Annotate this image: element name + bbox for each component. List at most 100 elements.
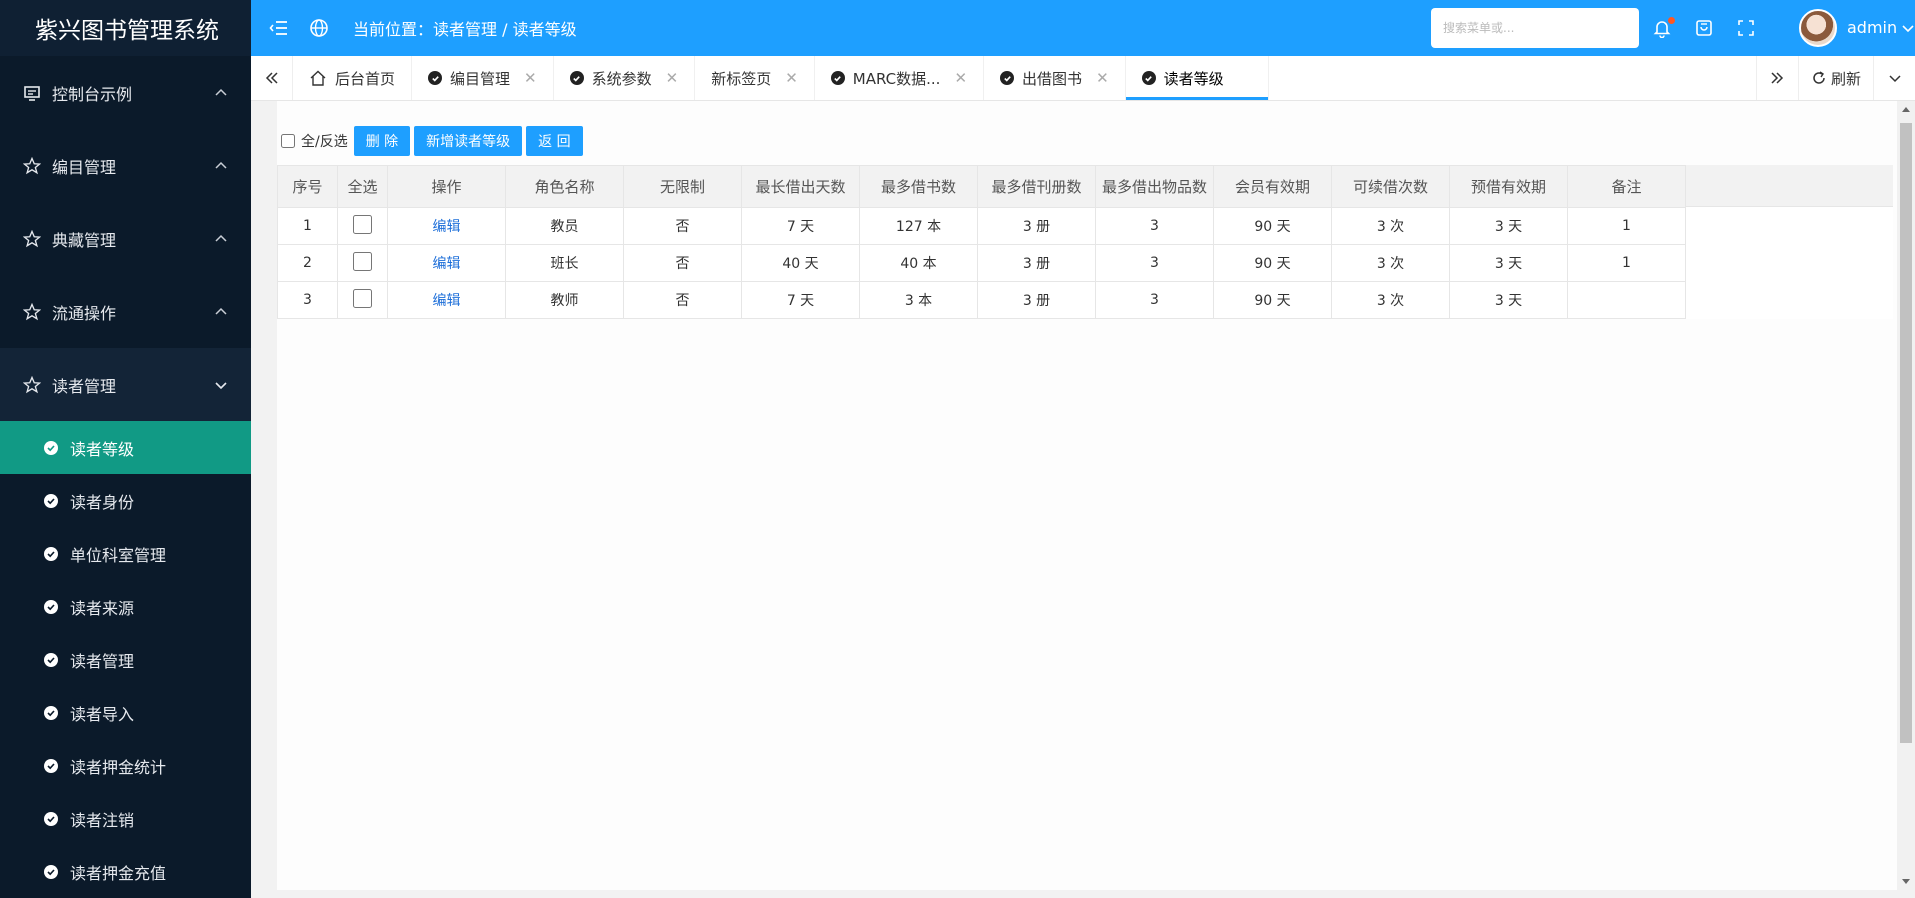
check-circle-icon bbox=[569, 71, 584, 85]
toolbar: 全/反选 删 除 新增读者等级 返 回 bbox=[281, 126, 583, 156]
tab-new-tab[interactable]: 新标签页 ✕ bbox=[695, 56, 815, 100]
cell-reserve: 3 天 bbox=[1449, 244, 1568, 282]
tab-reader-level[interactable]: 读者等级 bbox=[1125, 56, 1269, 100]
lock-screen-icon[interactable] bbox=[1693, 17, 1715, 39]
scroll-down-arrow-icon[interactable] bbox=[1902, 879, 1910, 884]
sidebar-item-deposit-stats[interactable]: 读者押金统计 bbox=[0, 739, 251, 792]
cell-select bbox=[337, 207, 388, 245]
data-table: 序号 全选 操作 角色名称 无限制 最长借出天数 最多借书数 最多借刊册数 最多… bbox=[277, 165, 1686, 319]
sidebar-item-reader-cancel[interactable]: 读者注销 bbox=[0, 792, 251, 845]
cell-no: 3 bbox=[277, 281, 338, 319]
cell-max-items: 3 bbox=[1095, 207, 1214, 245]
tab-lend-books[interactable]: 出借图书 ✕ bbox=[984, 56, 1126, 100]
cell-unlimited: 否 bbox=[623, 281, 742, 319]
star-icon bbox=[22, 229, 42, 249]
monitor-icon bbox=[22, 83, 42, 103]
tab-catalog[interactable]: 编目管理 ✕ bbox=[412, 56, 554, 100]
cell-reserve: 3 天 bbox=[1449, 281, 1568, 319]
cell-max-items: 3 bbox=[1095, 244, 1214, 282]
cell-note: 1 bbox=[1567, 244, 1686, 282]
scrollbar-thumb[interactable] bbox=[1900, 123, 1912, 743]
tabs-more-button[interactable] bbox=[1873, 56, 1915, 100]
table-row: 2 编辑 班长 否 40 天 40 本 3 册 3 90 天 3 次 3 天 1 bbox=[277, 244, 1686, 282]
tab-marc-data[interactable]: MARC数据... ✕ bbox=[815, 56, 985, 100]
chevron-down-icon bbox=[213, 377, 229, 393]
cell-max-books: 40 本 bbox=[859, 244, 978, 282]
back-button[interactable]: 返 回 bbox=[526, 126, 583, 156]
sidebar-item-label: 读者注销 bbox=[70, 810, 135, 830]
home-icon bbox=[310, 70, 326, 86]
sidebar-item-reader-import[interactable]: 读者导入 bbox=[0, 686, 251, 739]
double-chevron-left-icon bbox=[265, 72, 278, 84]
sidebar-group-label: 流通操作 bbox=[52, 303, 117, 323]
sidebar-group-console[interactable]: 控制台示例 bbox=[0, 56, 251, 129]
close-icon[interactable]: ✕ bbox=[666, 69, 679, 87]
tab-home[interactable]: 后台首页 bbox=[293, 56, 413, 100]
refresh-label: 刷新 bbox=[1830, 69, 1861, 88]
row-checkbox[interactable] bbox=[353, 288, 372, 308]
delete-button[interactable]: 删 除 bbox=[353, 126, 411, 156]
check-circle-icon bbox=[44, 652, 58, 667]
close-icon[interactable]: ✕ bbox=[785, 69, 798, 87]
edit-link[interactable]: 编辑 bbox=[433, 256, 461, 272]
sidebar-item-reader-level[interactable]: 读者等级 bbox=[0, 421, 251, 474]
column-header: 序号 bbox=[277, 165, 338, 208]
tabs-scroll-left-button[interactable] bbox=[251, 56, 293, 100]
refresh-button[interactable]: 刷新 bbox=[1797, 56, 1873, 100]
menu-collapse-icon[interactable] bbox=[267, 16, 291, 40]
row-checkbox[interactable] bbox=[353, 214, 372, 234]
select-all-checkbox[interactable] bbox=[281, 134, 295, 148]
star-icon bbox=[22, 156, 42, 176]
bell-icon[interactable] bbox=[1651, 17, 1675, 39]
refresh-icon bbox=[1813, 71, 1825, 84]
user-menu[interactable]: admin bbox=[1847, 18, 1915, 37]
sidebar-item-reader-source[interactable]: 读者来源 bbox=[0, 580, 251, 633]
menu-search-input[interactable] bbox=[1431, 8, 1639, 48]
cell-validity: 90 天 bbox=[1213, 244, 1332, 282]
sidebar-item-reader-identity[interactable]: 读者身份 bbox=[0, 474, 251, 527]
tab-bar: 后台首页 编目管理 ✕ 系统参数 ✕ 新标签页 ✕ MARC数据... ✕ 出借… bbox=[251, 56, 1915, 101]
sidebar-item-deposit-recharge[interactable]: 读者押金充值 bbox=[0, 845, 251, 898]
sidebar-group-circulation[interactable]: 流通操作 bbox=[0, 275, 251, 348]
column-header: 最多借书数 bbox=[859, 165, 978, 208]
tab-system-params[interactable]: 系统参数 ✕ bbox=[554, 56, 696, 100]
add-reader-level-button[interactable]: 新增读者等级 bbox=[414, 126, 523, 156]
sidebar-group-label: 读者管理 bbox=[52, 376, 117, 396]
fullscreen-icon[interactable] bbox=[1735, 17, 1757, 39]
sidebar-item-department[interactable]: 单位科室管理 bbox=[0, 527, 251, 580]
check-circle-icon bbox=[428, 71, 443, 85]
sidebar-group-catalog[interactable]: 编目管理 bbox=[0, 129, 251, 202]
edit-link[interactable]: 编辑 bbox=[433, 219, 461, 235]
cell-max-books: 3 本 bbox=[859, 281, 978, 319]
close-icon[interactable]: ✕ bbox=[1096, 69, 1109, 87]
sidebar-group-readers[interactable]: 读者管理 bbox=[0, 348, 251, 421]
sidebar-item-reader-management[interactable]: 读者管理 bbox=[0, 633, 251, 686]
edit-link[interactable]: 编辑 bbox=[433, 293, 461, 309]
sidebar-group-collection[interactable]: 典藏管理 bbox=[0, 202, 251, 275]
vertical-scrollbar[interactable] bbox=[1897, 101, 1915, 890]
cell-max-days: 7 天 bbox=[741, 207, 860, 245]
scroll-up-arrow-icon[interactable] bbox=[1902, 107, 1910, 112]
tabs-scroll-right-button[interactable] bbox=[1755, 56, 1798, 100]
check-circle-icon bbox=[830, 71, 845, 85]
column-header: 备注 bbox=[1567, 165, 1686, 208]
sidebar-group-label: 编目管理 bbox=[52, 157, 117, 177]
avatar[interactable] bbox=[1799, 9, 1837, 47]
column-header: 全选 bbox=[337, 165, 388, 208]
sidebar-menu: 控制台示例 编目管理 典藏管理 流通操作 读者管理 bbox=[0, 56, 251, 421]
row-checkbox[interactable] bbox=[353, 251, 372, 271]
cell-select bbox=[337, 244, 388, 282]
tabs: 后台首页 编目管理 ✕ 系统参数 ✕ 新标签页 ✕ MARC数据... ✕ 出借… bbox=[293, 56, 1269, 100]
cell-max-journals: 3 册 bbox=[977, 281, 1096, 319]
close-icon[interactable]: ✕ bbox=[524, 69, 537, 87]
tab-label: MARC数据... bbox=[852, 69, 941, 88]
check-circle-icon bbox=[44, 440, 58, 455]
close-icon[interactable]: ✕ bbox=[954, 69, 967, 87]
check-circle-icon bbox=[44, 758, 58, 773]
globe-icon[interactable] bbox=[307, 16, 331, 40]
select-all-toggle[interactable]: 全/反选 bbox=[281, 131, 348, 151]
column-header: 角色名称 bbox=[505, 165, 624, 208]
column-header: 预借有效期 bbox=[1449, 165, 1568, 208]
cell-role: 教师 bbox=[505, 281, 624, 319]
check-circle-icon bbox=[1000, 71, 1015, 85]
